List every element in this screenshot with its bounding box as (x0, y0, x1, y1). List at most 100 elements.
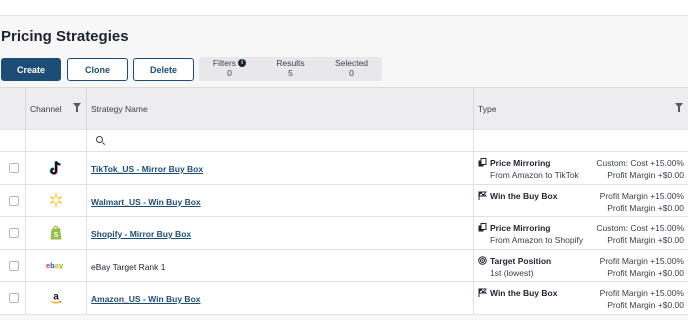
results-label: Results (276, 58, 305, 68)
pricing-rule-primary: Profit Margin +15.00% (599, 190, 684, 201)
copy-icon (478, 223, 487, 232)
filters-stat[interactable]: Filters i 0 (199, 57, 260, 81)
type-subtitle: 1st (lowest) (490, 267, 534, 278)
pricing-rule-primary: Custom: Cost +15.00% (596, 158, 684, 168)
search-spacer (26, 130, 87, 151)
table-row: TikTok_US - Mirror Buy Box Price Mirrori… (0, 152, 688, 185)
row-select-cell (0, 249, 26, 281)
table-row: ebay eBay Target Rank 1 Target Position … (0, 249, 688, 282)
pricing-rule-primary: Profit Margin +15.00% (599, 255, 684, 266)
svg-text:S: S (54, 232, 59, 239)
channel-cell: a (26, 282, 87, 314)
header-type-label: Type (478, 104, 497, 114)
type-subtitle: From Amazon to TikTok (490, 170, 579, 180)
channel-cell (26, 184, 87, 216)
type-title: Win the Buy Box (490, 288, 558, 298)
table-header-row: Channel Strategy Name Type (0, 88, 688, 130)
header-channel-label: Channel (30, 104, 62, 114)
delete-button[interactable]: Delete (133, 58, 194, 81)
amazon-icon: a (50, 291, 62, 305)
strategy-name-link[interactable]: Amazon_US - Win Buy Box (91, 294, 201, 304)
filters-value: 0 (227, 67, 232, 78)
results-value: 5 (288, 67, 293, 78)
clone-button[interactable]: Clone (67, 58, 128, 81)
type-search-input[interactable] (474, 130, 688, 151)
top-bar (0, 0, 688, 16)
row-checkbox[interactable] (9, 260, 19, 271)
strategy-name-cell: Amazon_US - Win Buy Box (87, 282, 474, 314)
search-input[interactable] (87, 130, 474, 151)
search-icon (96, 136, 103, 143)
selected-label: Selected (334, 58, 369, 68)
walmart-icon (49, 193, 63, 207)
shopify-icon: S (50, 225, 63, 240)
type-title: Win the Buy Box (490, 190, 558, 201)
selected-stat: Selected 0 (321, 57, 382, 81)
channel-cell: S (26, 217, 87, 249)
filter-icon[interactable] (73, 103, 81, 112)
pricing-rule-secondary: Profit Margin +$0.00 (607, 235, 684, 245)
row-checkbox[interactable] (9, 293, 19, 303)
results-stat: Results 5 (260, 57, 321, 81)
table-row: S Shopify - Mirror Buy Box Price Mirrori… (0, 217, 688, 250)
strategies-table: Channel Strategy Name Type TikTok_US - M… (0, 87, 688, 315)
flag-icon (478, 288, 487, 297)
header-type[interactable]: Type (474, 88, 688, 129)
pricing-rule-secondary: Profit Margin +$0.00 (607, 170, 684, 180)
header-name-label: Strategy Name (91, 104, 148, 114)
header-channel[interactable]: Channel (26, 88, 87, 129)
header-strategy-name[interactable]: Strategy Name (87, 88, 474, 129)
row-checkbox[interactable] (9, 228, 19, 238)
filters-label: Filters (212, 58, 237, 68)
strategy-name-link[interactable]: Shopify - Mirror Buy Box (91, 229, 191, 239)
type-cell: Price Mirroring From Amazon to Shopify C… (474, 217, 688, 249)
create-button[interactable]: Create (1, 58, 61, 81)
row-select-cell (0, 152, 26, 184)
strategy-name-link[interactable]: TikTok_US - Mirror Buy Box (91, 164, 203, 174)
pricing-rule-secondary: Profit Margin +$0.00 (607, 202, 684, 213)
header-select-cell (0, 88, 26, 129)
strategy-name-link[interactable]: Walmart_US - Win Buy Box (91, 197, 201, 207)
filter-icon[interactable] (675, 103, 683, 112)
row-select-cell (0, 217, 26, 249)
target-icon (478, 255, 487, 265)
search-spacer (0, 130, 26, 151)
search-row (0, 130, 688, 152)
type-title: Target Position (490, 255, 552, 266)
row-select-cell (0, 184, 26, 216)
page-title: Pricing Strategies (1, 28, 129, 45)
strategy-name-cell: Shopify - Mirror Buy Box (87, 217, 474, 249)
type-cell: Price Mirroring From Amazon to TikTok Cu… (474, 152, 688, 184)
type-cell: Win the Buy Box Profit Margin +15.00% Pr… (474, 185, 688, 217)
flag-icon (478, 191, 487, 200)
row-checkbox[interactable] (9, 163, 19, 173)
row-checkbox[interactable] (9, 195, 19, 206)
pricing-rule-secondary: Profit Margin +$0.00 (607, 267, 684, 278)
channel-cell (26, 152, 87, 184)
svg-text:ebay: ebay (46, 261, 64, 269)
pricing-rule-secondary: Profit Margin +$0.00 (607, 300, 684, 310)
info-icon[interactable]: i (238, 59, 247, 67)
stats-panel: Filters i 0 Results 5 Selected 0 (199, 57, 382, 81)
table-row: Walmart_US - Win Buy Box Win the Buy Box… (0, 184, 688, 217)
toolbar: Create Clone Delete (1, 58, 194, 81)
type-cell: Win the Buy Box Profit Margin +15.00% Pr… (474, 282, 688, 314)
svg-text:a: a (53, 291, 59, 302)
type-title: Price Mirroring (490, 223, 551, 233)
pricing-rule-primary: Custom: Cost +15.00% (596, 223, 684, 233)
strategy-name-cell: Walmart_US - Win Buy Box (87, 184, 474, 216)
strategy-name-cell: TikTok_US - Mirror Buy Box (87, 152, 474, 184)
strategy-name-cell: eBay Target Rank 1 (87, 249, 474, 281)
channel-cell: ebay (26, 249, 87, 281)
type-title: Price Mirroring (490, 158, 551, 168)
selected-value: 0 (349, 67, 354, 78)
table-row: a Amazon_US - Win Buy Box Win the Buy Bo… (0, 282, 688, 315)
pricing-rule-primary: Profit Margin +15.00% (599, 288, 684, 298)
row-select-cell (0, 282, 26, 314)
strategy-name-link[interactable]: eBay Target Rank 1 (91, 262, 166, 272)
copy-icon (478, 158, 487, 167)
tiktok-icon (49, 160, 63, 175)
type-subtitle: From Amazon to Shopify (490, 235, 584, 245)
type-cell: Target Position 1st (lowest) Profit Marg… (474, 250, 688, 282)
ebay-icon: ebay (46, 261, 66, 269)
